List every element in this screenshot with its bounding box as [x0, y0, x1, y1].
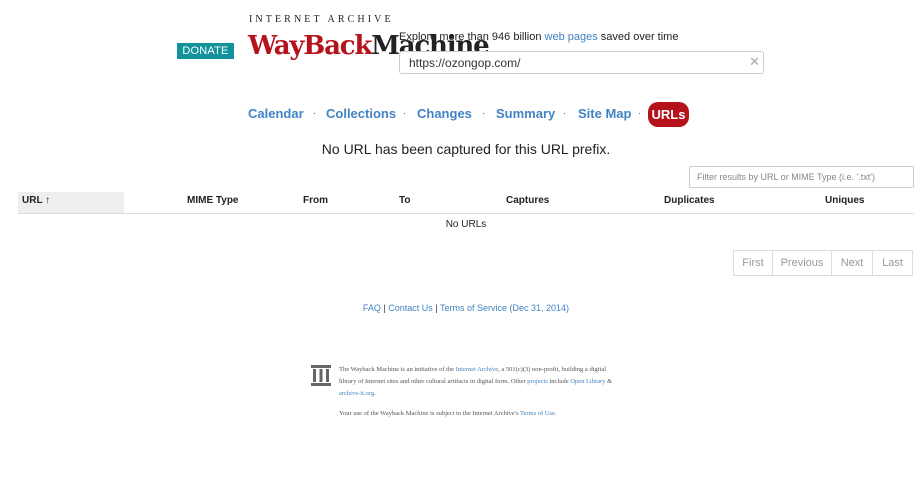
filter-input[interactable]: Filter results by URL or MIME Type (i.e.…	[689, 166, 914, 188]
nav-separator: ·	[638, 108, 642, 119]
tab-calendar[interactable]: Calendar	[248, 106, 304, 121]
column-uniques[interactable]: Uniques	[825, 195, 864, 206]
tab-site-map[interactable]: Site Map	[578, 106, 631, 121]
tab-summary[interactable]: Summary	[496, 106, 555, 121]
tab-nav: Calendar · Collections · Changes · Summa…	[0, 102, 923, 127]
footer-separator: |	[432, 303, 440, 313]
donate-button[interactable]: DONATE	[177, 43, 234, 59]
url-input-value[interactable]: https://ozongop.com/	[409, 56, 520, 70]
tagline-post: saved over time	[597, 31, 679, 43]
terms-of-service-link[interactable]: Terms of Service (Dec 31, 2014)	[440, 303, 569, 313]
about-text-d: &	[605, 378, 613, 385]
contact-link[interactable]: Contact Us	[388, 303, 433, 313]
page-last-button[interactable]: Last	[872, 250, 913, 276]
about-text-c: include	[547, 378, 571, 385]
footer-links: FAQ | Contact Us | Terms of Service (Dec…	[0, 303, 923, 313]
column-from[interactable]: From	[303, 195, 328, 206]
table-header: URL ↑ MIME Type From To Captures Duplica…	[18, 192, 914, 214]
url-search-input[interactable]: https://ozongop.com/ ✕	[399, 51, 764, 74]
tagline-pre: Explore more than 946 billion	[399, 31, 545, 43]
nav-separator: ·	[313, 108, 317, 119]
faq-link[interactable]: FAQ	[363, 303, 381, 313]
terms-text-end: .	[554, 410, 557, 417]
nav-separator: ·	[403, 108, 407, 119]
tab-changes[interactable]: Changes	[417, 106, 472, 121]
about-text: The Wayback Machine is an initiative of …	[339, 364, 619, 400]
terms-text: Your use of the Wayback Machine is subje…	[339, 410, 520, 417]
about-text-e: .	[374, 390, 376, 397]
terms-of-use-link[interactable]: Terms of Use	[520, 410, 555, 417]
column-duplicates[interactable]: Duplicates	[664, 195, 715, 206]
open-library-link[interactable]: Open Library	[570, 378, 605, 385]
close-icon[interactable]: ✕	[749, 54, 760, 70]
projects-link[interactable]: projects	[527, 378, 548, 385]
tab-collections[interactable]: Collections	[326, 106, 396, 121]
no-capture-message: No URL has been captured for this URL pr…	[321, 141, 611, 157]
archive-building-icon	[310, 364, 332, 387]
tab-urls[interactable]: URLs	[648, 102, 689, 127]
archive-it-link[interactable]: archive-it.org	[339, 390, 374, 397]
about-text-a: The Wayback Machine is an initiative of …	[339, 366, 456, 373]
empty-table-message: No URLs	[445, 219, 487, 230]
terms-notice: Your use of the Wayback Machine is subje…	[339, 410, 557, 417]
page-first-button[interactable]: First	[733, 250, 773, 276]
column-to[interactable]: To	[399, 195, 410, 206]
page-previous-button[interactable]: Previous	[772, 250, 832, 276]
web-pages-link[interactable]: web pages	[545, 31, 598, 43]
logo-wayback-text: WayBack	[248, 31, 372, 61]
logo-internet-archive[interactable]: INTERNET ARCHIVE	[249, 14, 394, 25]
tagline: Explore more than 946 billion web pages …	[399, 31, 678, 43]
pagination: First Previous Next Last	[733, 250, 914, 276]
column-url[interactable]: URL ↑	[22, 195, 50, 206]
column-mime-type[interactable]: MIME Type	[187, 195, 238, 206]
internet-archive-link[interactable]: Internet Archive	[456, 366, 498, 373]
column-captures[interactable]: Captures	[506, 195, 549, 206]
nav-separator: ·	[563, 108, 567, 119]
page-next-button[interactable]: Next	[831, 250, 873, 276]
nav-separator: ·	[482, 108, 486, 119]
